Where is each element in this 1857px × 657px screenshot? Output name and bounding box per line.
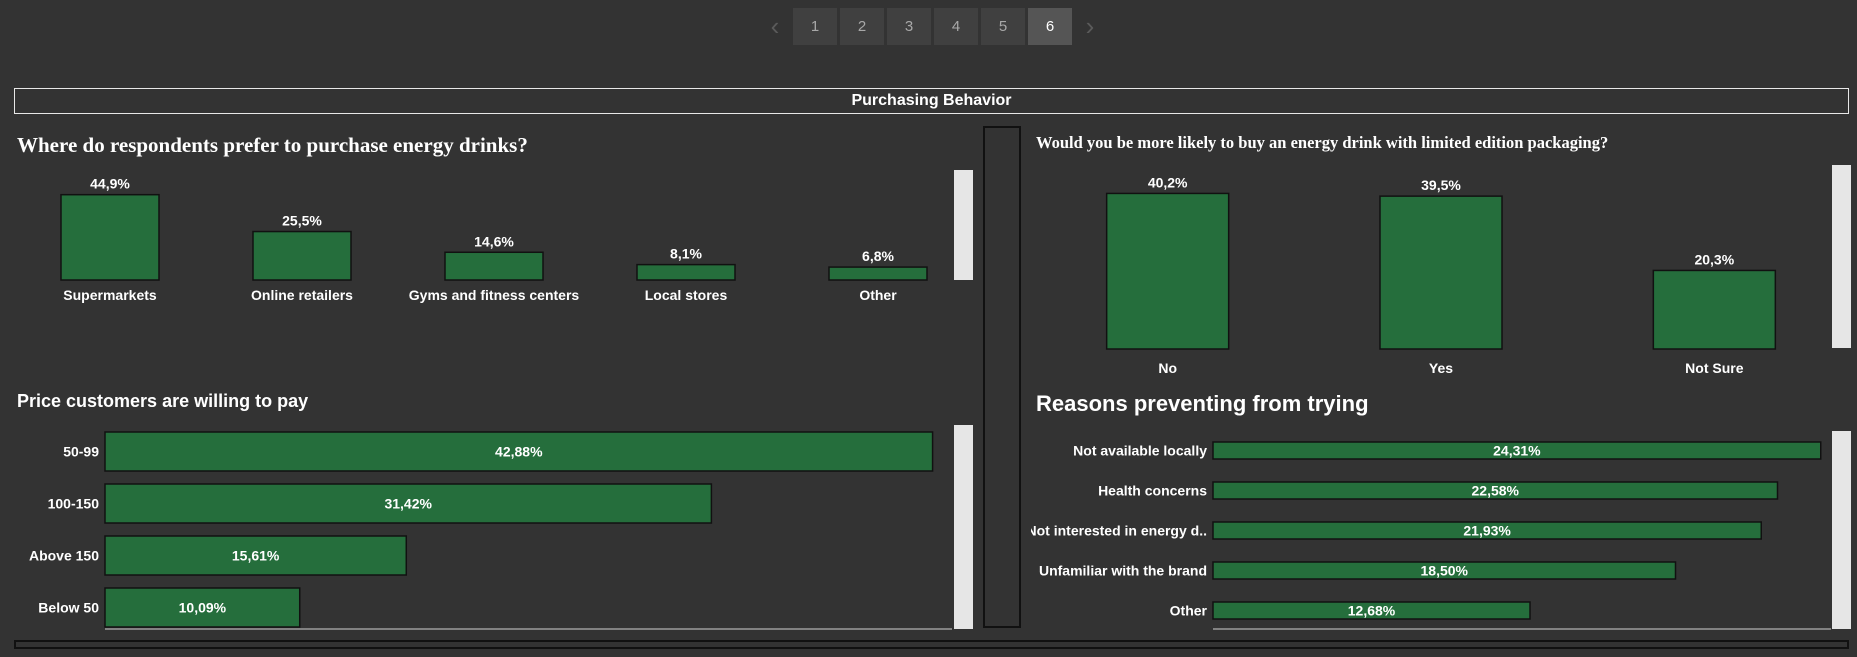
data-label: 39,5% xyxy=(1421,177,1461,193)
category-label: Yes xyxy=(1429,360,1453,376)
reasons-scrollbar[interactable] xyxy=(1832,431,1851,629)
data-label: 12,68% xyxy=(1348,603,1396,619)
category-label: Unfamiliar with the brand xyxy=(1039,563,1207,579)
category-label: 50-99 xyxy=(63,444,99,460)
chevron-left-icon[interactable]: ‹ xyxy=(760,7,790,45)
bar xyxy=(60,193,160,281)
bar xyxy=(828,266,928,281)
bar xyxy=(1652,269,1777,350)
page-buttons: 123456 xyxy=(793,7,1072,45)
section-header: Purchasing Behavior xyxy=(14,88,1849,114)
page-button-4[interactable]: 4 xyxy=(934,7,978,45)
limited-edition-chart: 40,2% No 39,5% Yes 20,3% Not Sure xyxy=(1105,174,1777,376)
data-label: 18,50% xyxy=(1421,563,1469,579)
price-chart: 42,88% 50-99 31,42% 100-150 15,61% Above 150 1… xyxy=(29,431,952,630)
data-label: 10,09% xyxy=(179,600,227,616)
data-label: 25,5% xyxy=(282,213,322,229)
reasons-title: Reasons preventing from trying xyxy=(1036,391,1369,416)
section-title: Purchasing Behavior xyxy=(851,92,1012,109)
bar xyxy=(1105,192,1230,350)
category-label: Supermarkets xyxy=(63,287,157,303)
category-label: Above 150 xyxy=(29,548,99,564)
limited-edition-title: Would you be more likely to buy an energ… xyxy=(1036,133,1609,152)
data-label: 24,31% xyxy=(1493,443,1541,459)
category-label: 100-150 xyxy=(48,496,100,512)
price-scrollbar[interactable] xyxy=(954,425,973,629)
limited-edition-scrollbar[interactable] xyxy=(1832,165,1851,348)
data-label: 42,88% xyxy=(495,444,543,460)
category-label: Not interested in energy d.. xyxy=(1031,523,1207,539)
category-label: Not available locally xyxy=(1073,443,1207,459)
data-label: 14,6% xyxy=(474,233,514,249)
data-label: 8,1% xyxy=(670,246,702,262)
bar xyxy=(636,263,736,281)
category-label: Other xyxy=(859,287,897,303)
category-label: Local stores xyxy=(645,287,728,303)
data-label: 44,9% xyxy=(90,176,130,192)
data-label: 20,3% xyxy=(1694,251,1734,267)
bottom-scroll-track[interactable] xyxy=(14,640,1849,649)
page-button-6[interactable]: 6 xyxy=(1028,7,1072,45)
category-label: Health concerns xyxy=(1098,483,1207,499)
category-label: Online retailers xyxy=(251,287,353,303)
data-label: 15,61% xyxy=(232,548,280,564)
category-label: Not Sure xyxy=(1685,360,1744,376)
bar xyxy=(1379,195,1503,350)
category-label: Below 50 xyxy=(38,600,99,616)
bar xyxy=(444,251,544,281)
purchase-location-title: Where do respondents prefer to purchase … xyxy=(17,133,528,157)
purchase-location-scrollbar[interactable] xyxy=(954,170,973,280)
chevron-right-icon[interactable]: › xyxy=(1075,7,1105,45)
bar xyxy=(252,230,352,281)
page-button-5[interactable]: 5 xyxy=(981,7,1025,45)
data-label: 31,42% xyxy=(384,496,432,512)
data-label: 40,2% xyxy=(1148,174,1188,190)
reasons-chart: 24,31% Not available locally 22,58% Health … xyxy=(1031,441,1831,630)
purchase-location-chart: 44,9% Supermarkets 25,5% Online retailers 14… xyxy=(60,176,928,303)
price-title: Price customers are willing to pay xyxy=(17,391,309,411)
pagination: ‹ 123456 › xyxy=(760,7,1105,45)
data-label: 22,58% xyxy=(1472,483,1520,499)
page-button-3[interactable]: 3 xyxy=(887,7,931,45)
page-button-2[interactable]: 2 xyxy=(840,7,884,45)
data-label: 21,93% xyxy=(1463,523,1511,539)
category-label: Gyms and fitness centers xyxy=(409,287,580,303)
data-label: 6,8% xyxy=(862,248,894,264)
category-label: Other xyxy=(1170,603,1208,619)
column-divider xyxy=(983,126,1021,628)
page-button-1[interactable]: 1 xyxy=(793,7,837,45)
category-label: No xyxy=(1158,360,1177,376)
